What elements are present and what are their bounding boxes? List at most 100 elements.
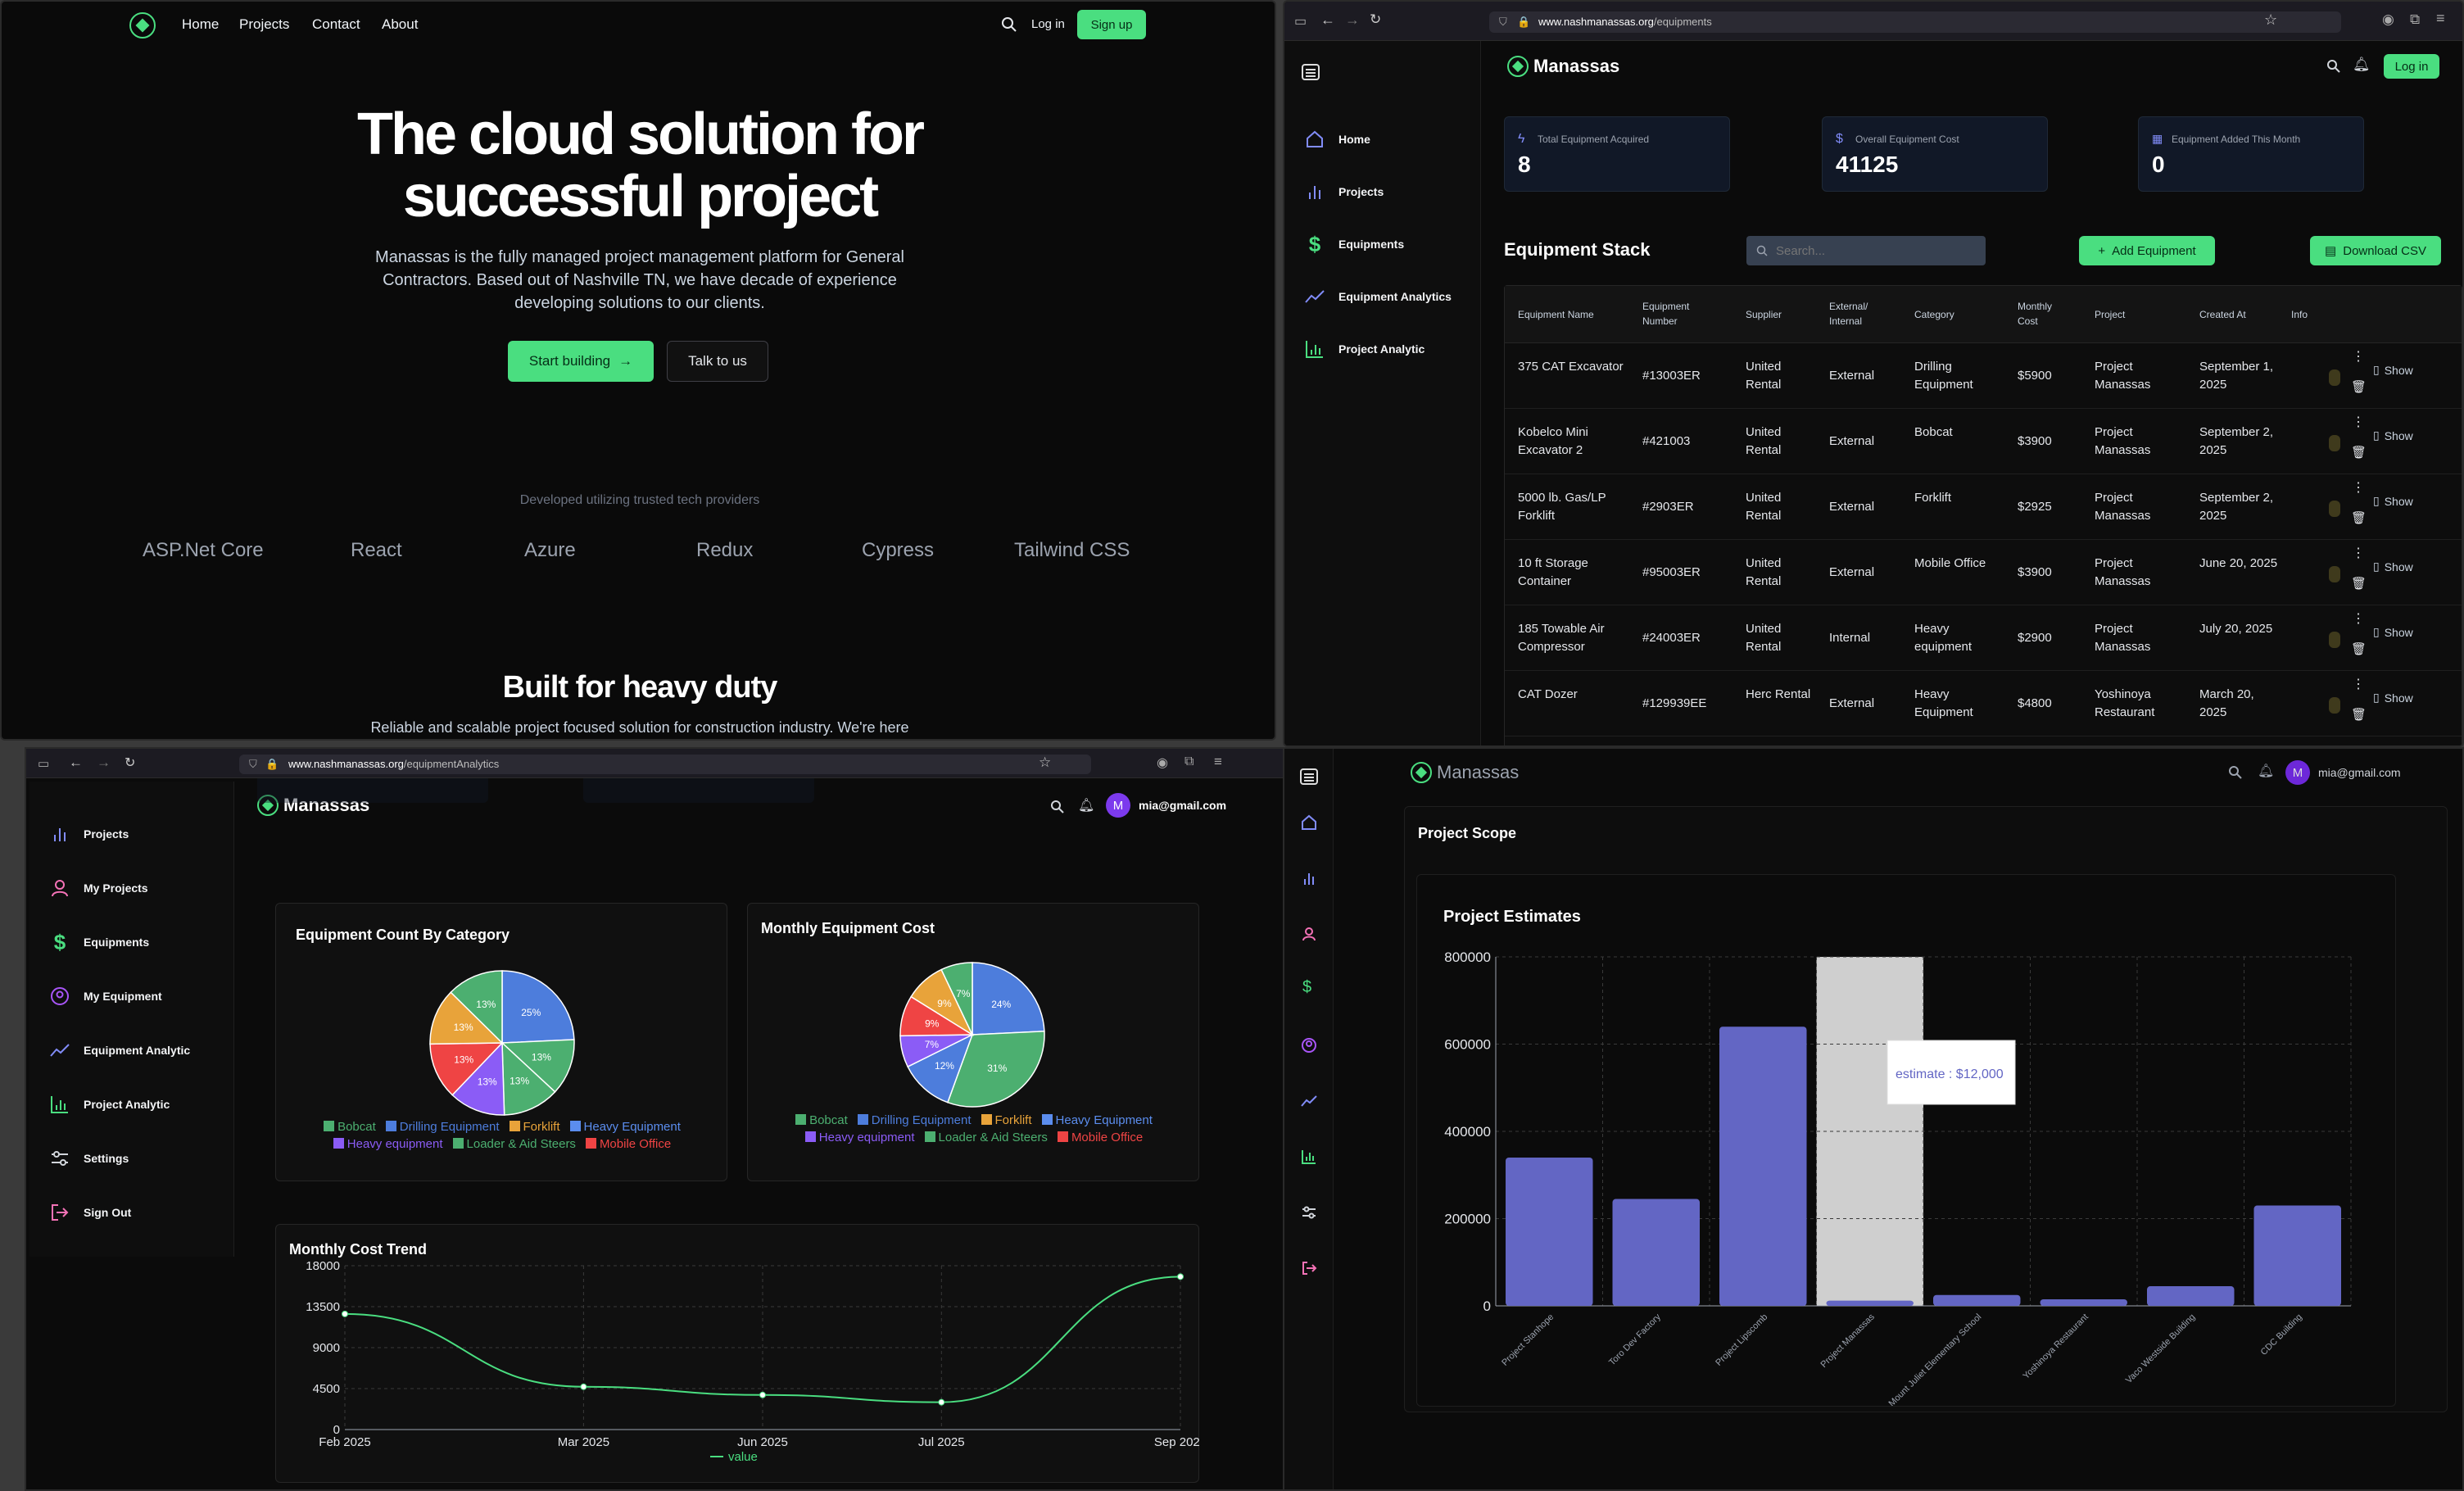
more-options-icon[interactable]: ⋮ <box>2352 416 2365 429</box>
sidebar-item-project-analytic[interactable]: Project Analytic <box>29 1088 233 1121</box>
sidebar-item-projects[interactable]: Projects <box>29 818 233 850</box>
menu-icon[interactable]: ≡ <box>1214 754 1222 770</box>
trash-icon[interactable]: 🗑︎ <box>2351 510 2367 525</box>
search-icon[interactable] <box>1001 16 1017 33</box>
sidebar-item-equipments[interactable]: $ Equipments <box>29 926 233 958</box>
legend-item[interactable]: Mobile Office <box>585 1137 671 1151</box>
user-icon[interactable] <box>1301 926 1317 942</box>
user-circle-icon[interactable] <box>1301 1037 1317 1054</box>
legend-item[interactable]: Loader & Aid Steers <box>452 1137 576 1151</box>
forward-icon[interactable]: → <box>97 755 111 771</box>
search-icon[interactable] <box>1050 800 1065 814</box>
sidebar-item-project-analytic[interactable]: Project Analytic <box>1284 333 1480 365</box>
brand-logo-icon[interactable] <box>1411 762 1432 783</box>
hamburger-menu-icon[interactable] <box>1299 767 1319 786</box>
brand-logo-icon[interactable] <box>1507 56 1529 77</box>
forward-icon[interactable]: → <box>1345 11 1360 29</box>
nav-home[interactable]: Home <box>182 16 219 33</box>
sidebar-item-equipments[interactable]: $ Equipments <box>1284 228 1480 261</box>
reload-icon[interactable]: ↻ <box>1370 11 1381 28</box>
account-icon[interactable]: ◉ <box>1157 755 1168 771</box>
show-button[interactable]: ▯ Show <box>2373 691 2413 705</box>
trash-icon[interactable]: 🗑︎ <box>2351 379 2367 394</box>
legend-item[interactable]: Mobile Office <box>1057 1131 1143 1144</box>
download-csv-button[interactable]: ▤ Download CSV <box>2310 236 2441 265</box>
sidebar-item-projects[interactable]: Projects <box>1284 175 1480 208</box>
sidebar-toggle-icon[interactable]: ▭ <box>1294 13 1307 29</box>
show-button[interactable]: ▯ Show <box>2373 428 2413 442</box>
hamburger-menu-icon[interactable] <box>1301 62 1320 82</box>
signup-button[interactable]: Sign up <box>1077 10 1146 39</box>
login-link[interactable]: Log in <box>1031 17 1065 31</box>
sidebar-item-sign-out[interactable]: Sign Out <box>29 1196 233 1229</box>
chart-icon[interactable] <box>1301 1149 1317 1165</box>
dollar-icon[interactable]: $ <box>1302 978 1311 997</box>
trash-icon[interactable]: 🗑︎ <box>2351 445 2367 460</box>
show-button[interactable]: ▯ Show <box>2373 560 2413 573</box>
sidebar-item-my-projects[interactable]: My Projects <box>29 872 233 904</box>
back-icon[interactable]: ← <box>1320 11 1335 29</box>
more-options-icon[interactable]: ⋮ <box>2352 482 2365 495</box>
login-button[interactable]: Log in <box>2384 54 2439 79</box>
extensions-icon[interactable]: ⧉ <box>1184 755 1194 769</box>
table-row[interactable]: 185 Towable Air Compressor #24003ER United… <box>1505 605 2462 671</box>
account-icon[interactable]: ◉ <box>2382 11 2394 28</box>
legend-item[interactable]: Loader & Aid Steers <box>924 1131 1048 1144</box>
sidebar-item-equipment-analytics[interactable]: Equipment Analytics <box>1284 280 1480 313</box>
reload-icon[interactable]: ↻ <box>125 755 135 771</box>
trending-up-icon[interactable] <box>1301 1093 1317 1109</box>
home-icon[interactable] <box>1301 814 1317 831</box>
legend-item[interactable]: Bobcat <box>324 1120 376 1134</box>
sidebar-item-settings[interactable]: Settings <box>29 1142 233 1175</box>
legend-item[interactable]: Heavy Equipment <box>1041 1113 1153 1127</box>
table-row[interactable]: 375 CAT Excavator #13003ER United Rental Ex… <box>1505 343 2462 409</box>
back-icon[interactable]: ← <box>69 755 83 771</box>
more-options-icon[interactable]: ⋮ <box>2352 613 2365 626</box>
legend-item[interactable]: Bobcat <box>795 1113 848 1127</box>
more-options-icon[interactable]: ⋮ <box>2352 678 2365 691</box>
nav-contact[interactable]: Contact <box>312 16 360 33</box>
search-icon[interactable] <box>2228 765 2243 780</box>
search-input[interactable] <box>1776 241 1973 261</box>
avatar[interactable]: M <box>1106 793 1130 818</box>
table-row[interactable]: 5000 lb. Gas/LP Forklift #2903ER United Re… <box>1505 474 2462 540</box>
start-building-button[interactable]: Start building → <box>508 341 654 382</box>
trash-icon[interactable]: 🗑︎ <box>2351 576 2367 591</box>
url-bar[interactable]: ⛉ 🔒 www.nashmanassas.org/equipmentAnalyt… <box>239 755 1091 774</box>
extensions-icon[interactable]: ⧉ <box>2410 11 2420 28</box>
legend-item[interactable]: Heavy equipment <box>804 1131 915 1144</box>
more-options-icon[interactable]: ⋮ <box>2352 351 2365 364</box>
nav-projects[interactable]: Projects <box>239 16 289 33</box>
legend-item[interactable]: Forklift <box>509 1120 560 1134</box>
trash-icon[interactable]: 🗑︎ <box>2351 707 2367 722</box>
menu-icon[interactable]: ≡ <box>2436 10 2445 27</box>
sliders-icon[interactable] <box>1301 1204 1317 1221</box>
show-button[interactable]: ▯ Show <box>2373 363 2413 377</box>
sidebar-toggle-icon[interactable]: ▭ <box>38 756 49 771</box>
table-row[interactable]: CAT Dozer #129939EE Herc Rental External Hea… <box>1505 671 2462 736</box>
bell-icon[interactable]: 🔔︎ <box>2258 763 2274 779</box>
show-button[interactable]: ▯ Show <box>2373 625 2413 639</box>
bell-icon[interactable]: 🔔︎ <box>2353 57 2371 73</box>
sidebar-item-equipment-analytic[interactable]: Equipment Analytic <box>29 1034 233 1067</box>
brand-logo-icon[interactable] <box>129 12 156 39</box>
legend-item[interactable]: Drilling Equipment <box>857 1113 972 1127</box>
bookmark-star-icon[interactable]: ☆ <box>1039 755 1051 771</box>
bar-chart-icon[interactable] <box>1301 870 1317 886</box>
sign-out-icon[interactable] <box>1301 1260 1317 1276</box>
bookmark-star-icon[interactable]: ☆ <box>2264 11 2277 29</box>
bell-icon[interactable]: 🔔︎ <box>1078 797 1094 813</box>
sidebar-item-home[interactable]: Home <box>1284 123 1480 156</box>
legend-item[interactable]: Forklift <box>981 1113 1032 1127</box>
nav-about[interactable]: About <box>382 16 418 33</box>
more-options-icon[interactable]: ⋮ <box>2352 547 2365 560</box>
add-equipment-button[interactable]: + Add Equipment <box>2079 236 2215 265</box>
avatar[interactable]: M <box>2285 760 2310 785</box>
table-row[interactable]: Kobelco Mini Excavator 2 #421003 United Re… <box>1505 409 2462 474</box>
table-row[interactable]: 10 ft Storage Container #95003ER United Re… <box>1505 540 2462 605</box>
sidebar-item-my-equipment[interactable]: My Equipment <box>29 980 233 1013</box>
legend-item[interactable]: Heavy Equipment <box>569 1120 681 1134</box>
legend-item[interactable]: Heavy equipment <box>333 1137 443 1151</box>
show-button[interactable]: ▯ Show <box>2373 494 2413 508</box>
trash-icon[interactable]: 🗑︎ <box>2351 641 2367 656</box>
